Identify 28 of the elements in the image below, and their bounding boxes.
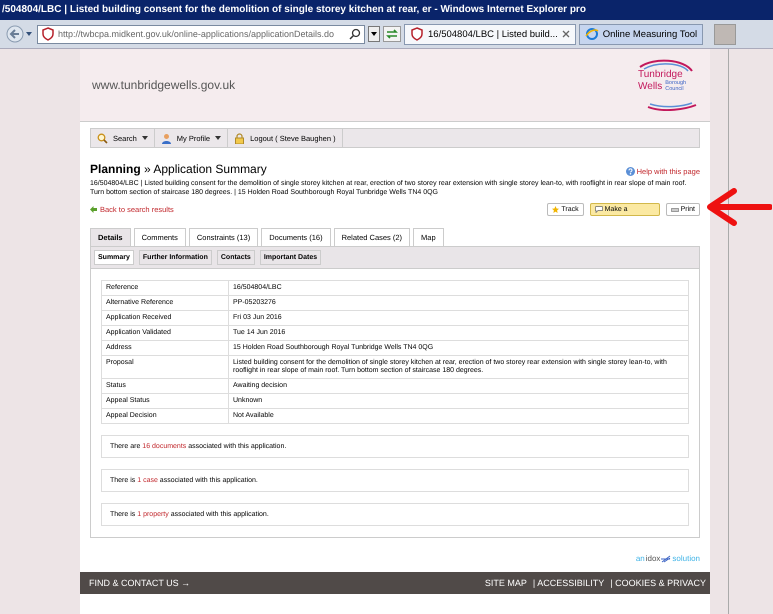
- browser-tab[interactable]: Online Measuring Tool: [578, 24, 704, 44]
- search-icon[interactable]: [349, 28, 361, 40]
- person-icon: [160, 132, 172, 144]
- arrow-left-icon: [90, 206, 97, 213]
- address-field[interactable]: http://twbcpa.midkent.gov.uk/online-applications/applicationDetails.do: [37, 24, 365, 44]
- site-url: www.tunbridgewells.gov.uk: [92, 78, 236, 92]
- arrow-annotation: [704, 187, 772, 227]
- printer-icon: [670, 206, 679, 213]
- browser-icon: [584, 27, 599, 41]
- speech-bubble-icon: [594, 206, 603, 213]
- search-icon: [97, 132, 108, 144]
- footer-link[interactable]: SITE MAP: [484, 578, 527, 588]
- footer-link[interactable]: | COOKIES & PRIVACY: [610, 578, 706, 588]
- shield-icon: [41, 27, 55, 41]
- padlock-icon: [234, 132, 246, 144]
- refresh-icon[interactable]: [383, 26, 401, 42]
- vendor-logo: anidox solution: [636, 554, 700, 563]
- help-icon: [626, 167, 635, 176]
- footer-link[interactable]: FIND & CONTACT US →: [89, 578, 190, 588]
- close-icon[interactable]: [562, 30, 570, 38]
- dropdown-icon[interactable]: [368, 26, 380, 42]
- page-heading: Planning » Application Summary: [90, 162, 267, 176]
- back-icon[interactable]: [6, 25, 34, 43]
- footer-link[interactable]: | ACCESSIBILITY: [532, 578, 604, 588]
- browser-tab[interactable]: 16/504804/LBC | Listed build...: [404, 24, 576, 44]
- window-title: /504804/LBC | Listed building consent for the demolition of single storey kitchen at rear, er - Windows Internet Explorer pro: [0, 0, 773, 20]
- shield-icon: [410, 27, 424, 41]
- star-icon: [552, 206, 560, 213]
